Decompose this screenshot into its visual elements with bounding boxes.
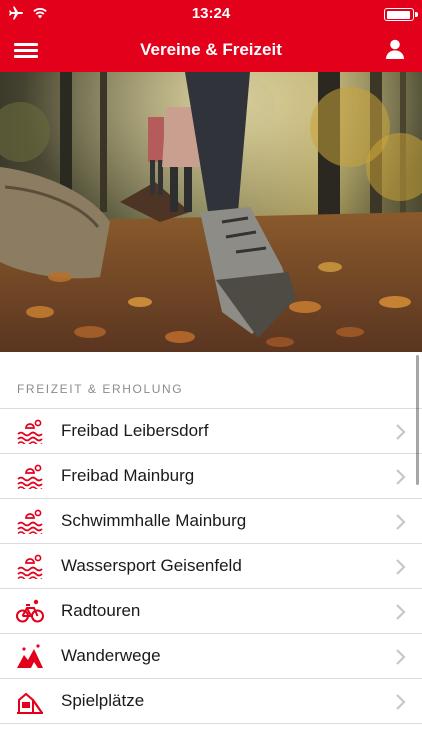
chevron-right-icon: [396, 559, 406, 575]
list-item-label: Freibad Leibersdorf: [61, 421, 209, 440]
list-item-label: Radtouren: [61, 601, 141, 620]
pool-icon: [17, 509, 43, 534]
list-item[interactable]: Freibad Mainburg: [0, 454, 422, 499]
chevron-right-icon: [396, 514, 406, 530]
battery-level: [386, 10, 411, 19]
leisure-list: Freibad Leibersdorf Freibad Mainburg Schwi…: [0, 408, 422, 724]
bicycle-icon: [16, 599, 44, 623]
list-item[interactable]: Freibad Leibersdorf: [0, 409, 422, 454]
section-header: FREIZEIT & ERHOLUNG: [17, 382, 184, 396]
mountain-icon: [17, 644, 43, 668]
list-item-label: Wanderwege: [61, 646, 161, 665]
list-item[interactable]: Schwimmhalle Mainburg: [0, 499, 422, 544]
hero-image: [0, 72, 422, 352]
pool-icon: [17, 419, 43, 444]
list-item[interactable]: Wanderwege: [0, 634, 422, 679]
status-bar: 13:24: [0, 0, 422, 28]
list-item-label: Spielplätze: [61, 691, 145, 710]
list-item[interactable]: Wassersport Geisenfeld: [0, 544, 422, 589]
list-item-label: Freibad Mainburg: [61, 466, 195, 485]
page-title: Vereine & Freizeit: [140, 40, 282, 59]
chevron-right-icon: [396, 604, 406, 620]
user-profile-icon[interactable]: [384, 38, 406, 60]
list-item-label: Wassersport Geisenfeld: [61, 556, 242, 575]
nav-bar: Vereine & Freizeit: [0, 28, 422, 72]
chevron-right-icon: [396, 694, 406, 710]
scrollbar[interactable]: [416, 355, 419, 485]
status-time: 13:24: [191, 5, 231, 22]
chevron-right-icon: [396, 649, 406, 665]
playground-icon: [17, 692, 43, 714]
battery-icon: [384, 8, 418, 21]
chevron-right-icon: [396, 424, 406, 440]
list-item[interactable]: Radtouren: [0, 589, 422, 634]
pool-icon: [17, 554, 43, 579]
list-item[interactable]: Spielplätze: [0, 679, 422, 724]
pool-icon: [17, 464, 43, 489]
list-item-label: Schwimmhalle Mainburg: [61, 511, 247, 530]
chevron-right-icon: [396, 469, 406, 485]
